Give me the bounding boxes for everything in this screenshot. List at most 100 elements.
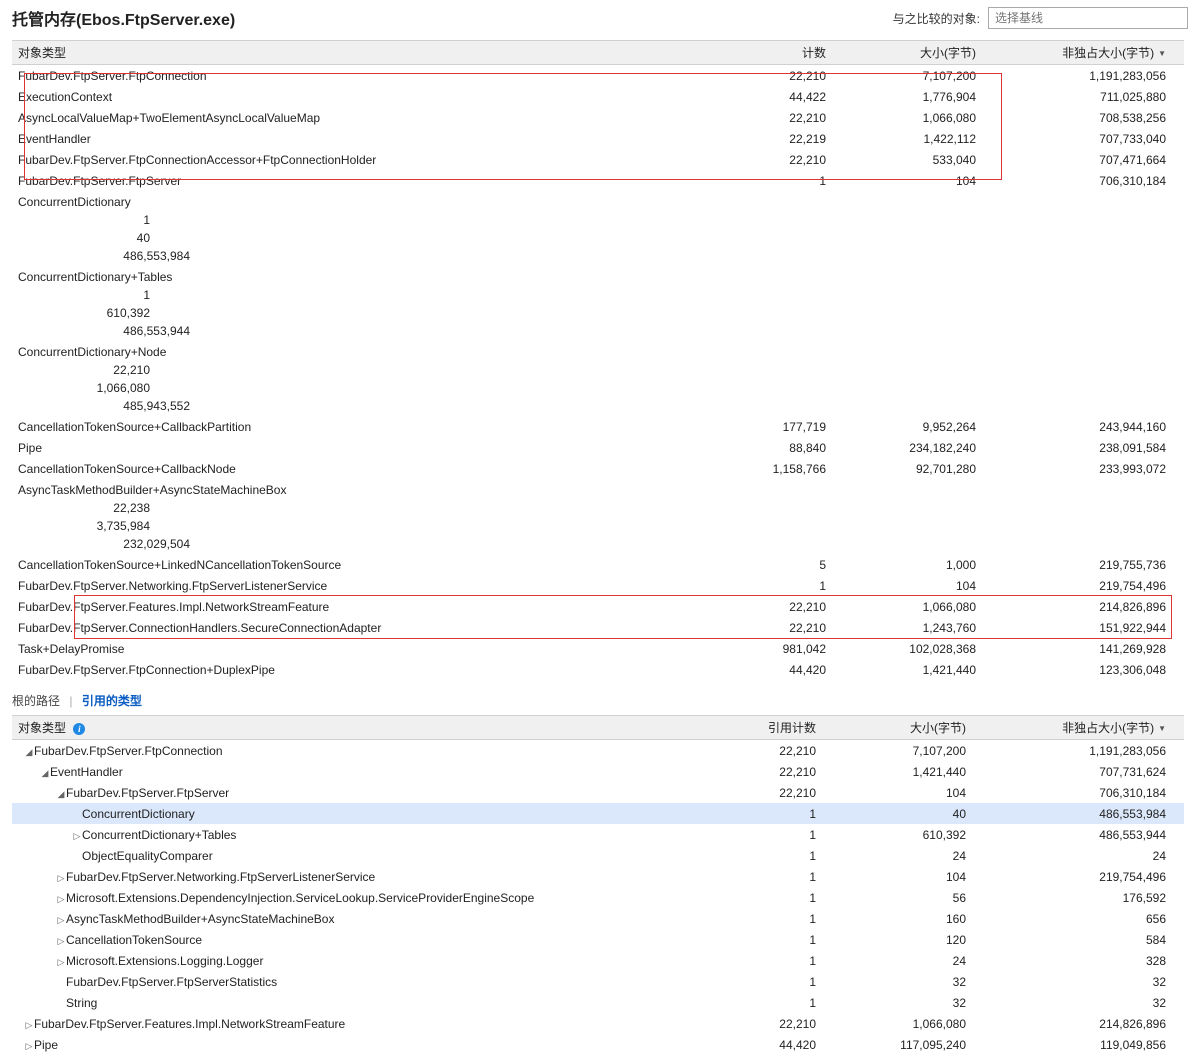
tree-row[interactable]: ▷FubarDev.FtpServer.Networking.FtpServer…: [12, 866, 1184, 887]
table-row[interactable]: CancellationTokenSource+CallbackNode1,15…: [12, 458, 1184, 479]
tree-row[interactable]: ◢FubarDev.FtpServer.FtpServer22,21010470…: [12, 782, 1184, 803]
cell-object-type: ConcurrentDictionary140486,553,984: [12, 193, 1184, 265]
col-object-type-bottom[interactable]: 对象类型 i: [12, 719, 684, 736]
compare-baseline-input[interactable]: [988, 7, 1188, 29]
tree-label: ConcurrentDictionary+Tables: [82, 828, 236, 842]
col-ref-count[interactable]: 引用计数: [684, 719, 834, 736]
tab-root-path[interactable]: 根的路径: [12, 694, 60, 708]
tree-expander-icon[interactable]: ▷: [72, 831, 82, 841]
tree-expander-icon[interactable]: ◢: [40, 768, 50, 778]
tree-row[interactable]: ▷AsyncTaskMethodBuilder+AsyncStateMachin…: [12, 908, 1184, 929]
table-row[interactable]: ExecutionContext44,4221,776,904711,025,8…: [12, 86, 1184, 107]
cell-ref-count: 1: [684, 889, 834, 907]
tree-row[interactable]: ▷ConcurrentDictionary+Tables1610,392486,…: [12, 824, 1184, 845]
table-row[interactable]: Pipe88,840234,182,240238,091,584: [12, 437, 1184, 458]
table-row[interactable]: CancellationTokenSource+LinkedNCancellat…: [12, 554, 1184, 575]
cell-ref-count: 1: [684, 931, 834, 949]
table-row[interactable]: AsyncLocalValueMap+TwoElementAsyncLocalV…: [12, 107, 1184, 128]
tree-label: ObjectEqualityComparer: [82, 849, 213, 863]
cell-size: 117,095,240: [834, 1036, 984, 1054]
tree-row[interactable]: ▷CancellationTokenSource1120584: [12, 929, 1184, 950]
cell-inclusive: 486,553,944: [984, 826, 1184, 844]
cell-ref-count: 1: [684, 826, 834, 844]
table-row[interactable]: FubarDev.FtpServer.Networking.FtpServerL…: [12, 575, 1184, 596]
cell-count: 22,219: [694, 130, 844, 148]
table-row[interactable]: FubarDev.FtpServer.FtpServer1104706,310,…: [12, 170, 1184, 191]
tab-referenced-types[interactable]: 引用的类型: [82, 694, 142, 708]
cell-object-type: ▷AsyncTaskMethodBuilder+AsyncStateMachin…: [12, 910, 684, 928]
table-row[interactable]: AsyncTaskMethodBuilder+AsyncStateMachine…: [12, 479, 1184, 554]
cell-inclusive: 141,269,928: [994, 640, 1184, 658]
cell-count: 1: [694, 577, 844, 595]
tree-expander-icon[interactable]: ▷: [24, 1020, 34, 1030]
cell-inclusive: 233,993,072: [994, 460, 1184, 478]
tree-row[interactable]: ◢FubarDev.FtpServer.FtpConnection22,2107…: [12, 740, 1184, 761]
col-object-type[interactable]: 对象类型: [12, 44, 694, 61]
tree-row[interactable]: String13232: [12, 992, 1184, 1013]
cell-inclusive: 708,538,256: [994, 109, 1184, 127]
cell-size: 1,066,080: [844, 109, 994, 127]
table-row[interactable]: CancellationTokenSource+CallbackPartitio…: [12, 416, 1184, 437]
cell-size: 92,701,280: [844, 460, 994, 478]
table-row[interactable]: FubarDev.FtpServer.ConnectionHandlers.Se…: [12, 617, 1184, 638]
col-size-bottom[interactable]: 大小(字节): [834, 719, 984, 736]
cell-object-type: ▷Microsoft.Extensions.Logging.Logger: [12, 952, 684, 970]
bottom-grid-body: ◢FubarDev.FtpServer.FtpConnection22,2107…: [12, 740, 1184, 1055]
table-row[interactable]: ConcurrentDictionary+Node22,2101,066,080…: [12, 341, 1184, 416]
cell-object-type: ▷Microsoft.Extensions.DependencyInjectio…: [12, 889, 684, 907]
tree-row[interactable]: ▷FubarDev.FtpServer.Features.Impl.Networ…: [12, 1013, 1184, 1034]
tree-expander-icon[interactable]: ▷: [56, 915, 66, 925]
tree-row[interactable]: ConcurrentDictionary140486,553,984: [12, 803, 1184, 824]
cell-ref-count: 1: [684, 868, 834, 886]
tree-expander-icon[interactable]: ◢: [56, 789, 66, 799]
table-row[interactable]: ConcurrentDictionary140486,553,984: [12, 191, 1184, 266]
cell-object-type: FubarDev.FtpServer.Networking.FtpServerL…: [12, 577, 694, 595]
tree-label: FubarDev.FtpServer.FtpConnection: [34, 744, 223, 758]
cell-size: 610,392: [18, 304, 168, 322]
table-row[interactable]: FubarDev.FtpServer.FtpConnectionAccessor…: [12, 149, 1184, 170]
cell-ref-count: 1: [684, 805, 834, 823]
tree-row[interactable]: FubarDev.FtpServer.FtpServerStatistics13…: [12, 971, 1184, 992]
cell-inclusive: 219,754,496: [984, 868, 1184, 886]
cell-count: 44,420: [694, 661, 844, 679]
cell-inclusive: 707,731,624: [984, 763, 1184, 781]
cell-object-type: ▷Pipe: [12, 1036, 684, 1054]
col-size[interactable]: 大小(字节): [844, 44, 994, 61]
cell-count: 88,840: [694, 439, 844, 457]
compare-section: 与之比较的对象:: [893, 7, 1184, 29]
tree-expander-icon[interactable]: ▷: [24, 1041, 34, 1051]
cell-size: 1,422,112: [844, 130, 994, 148]
col-count[interactable]: 计数: [694, 44, 844, 61]
tree-row[interactable]: ▷Pipe44,420117,095,240119,049,856: [12, 1034, 1184, 1055]
cell-size: 120: [834, 931, 984, 949]
cell-object-type: AsyncTaskMethodBuilder+AsyncStateMachine…: [12, 481, 1184, 553]
tree-expander-icon[interactable]: ◢: [24, 747, 34, 757]
col-inclusive-bottom[interactable]: 非独占大小(字节)▼: [984, 719, 1184, 736]
cell-count: 22,210: [694, 109, 844, 127]
tree-row[interactable]: ▷Microsoft.Extensions.Logging.Logger1243…: [12, 950, 1184, 971]
cell-object-type: ◢FubarDev.FtpServer.FtpServer: [12, 784, 684, 802]
table-row[interactable]: FubarDev.FtpServer.FtpConnection+DuplexP…: [12, 659, 1184, 680]
table-row[interactable]: FubarDev.FtpServer.FtpConnection22,2107,…: [12, 65, 1184, 86]
cell-ref-count: 22,210: [684, 784, 834, 802]
tree-row[interactable]: ObjectEqualityComparer12424: [12, 845, 1184, 866]
table-row[interactable]: ConcurrentDictionary+Tables1610,392486,5…: [12, 266, 1184, 341]
cell-count: 22,210: [694, 598, 844, 616]
cell-object-type: ▷FubarDev.FtpServer.Features.Impl.Networ…: [12, 1015, 684, 1033]
cell-size: 104: [844, 172, 994, 190]
tree-expander-icon[interactable]: ▷: [56, 894, 66, 904]
col-inclusive-size[interactable]: 非独占大小(字节)▼: [994, 44, 1184, 61]
tree-label: String: [66, 996, 97, 1010]
cell-inclusive: 486,553,944: [18, 322, 208, 340]
tree-row[interactable]: ◢EventHandler22,2101,421,440707,731,624: [12, 761, 1184, 782]
table-row[interactable]: Task+DelayPromise981,042102,028,368141,2…: [12, 638, 1184, 659]
tree-expander-icon[interactable]: ▷: [56, 957, 66, 967]
info-icon[interactable]: i: [73, 723, 85, 735]
table-row[interactable]: EventHandler22,2191,422,112707,733,040: [12, 128, 1184, 149]
tree-expander-icon[interactable]: ▷: [56, 873, 66, 883]
table-row[interactable]: FubarDev.FtpServer.Features.Impl.Network…: [12, 596, 1184, 617]
tree-row[interactable]: ▷Microsoft.Extensions.DependencyInjectio…: [12, 887, 1184, 908]
cell-object-type: FubarDev.FtpServer.FtpConnection: [12, 67, 694, 85]
tree-expander-icon[interactable]: ▷: [56, 936, 66, 946]
paths-section-tabs: 根的路径 | 引用的类型: [0, 692, 1196, 709]
